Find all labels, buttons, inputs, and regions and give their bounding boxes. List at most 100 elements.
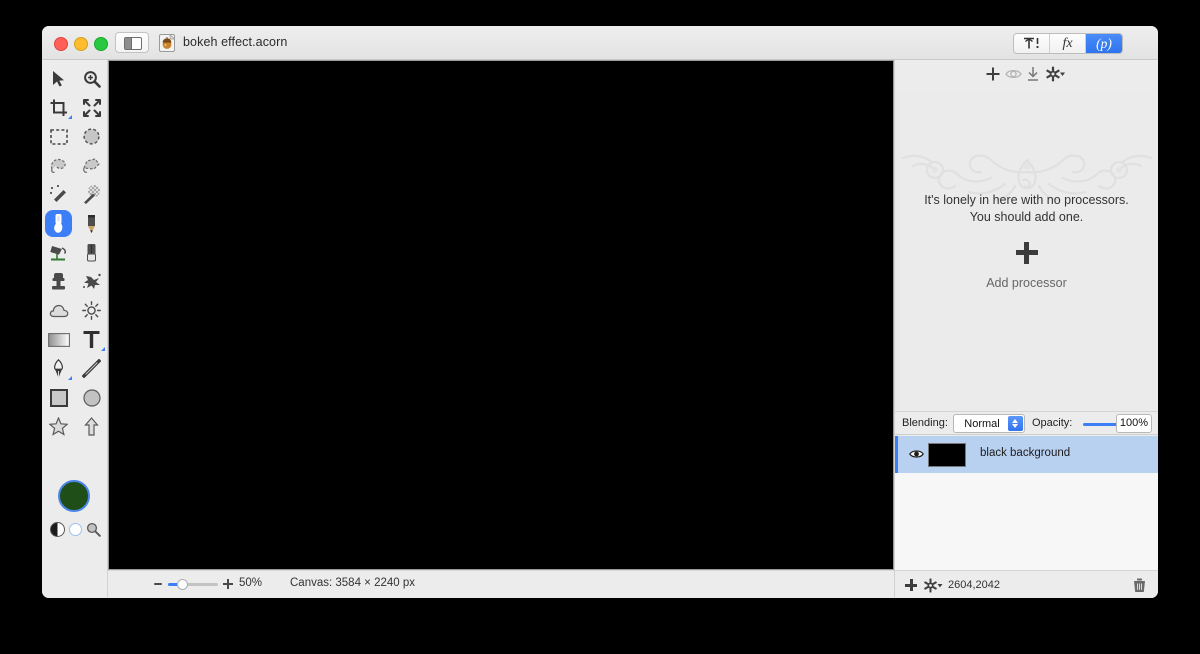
minimize-button[interactable] bbox=[74, 37, 88, 51]
four-arrows-icon bbox=[82, 98, 101, 117]
brush-tool[interactable] bbox=[42, 209, 75, 238]
empty-message-line-1: It's lonely in here with no processors. bbox=[924, 193, 1129, 207]
instant-alpha-tool[interactable] bbox=[75, 180, 108, 209]
status-bar: 50% Canvas: 3584 × 2240 px bbox=[108, 570, 894, 598]
checkered-wand-icon bbox=[84, 185, 100, 204]
tab-filters[interactable]: fx bbox=[1050, 34, 1086, 53]
gradient-tool[interactable] bbox=[42, 325, 75, 354]
zoom-button[interactable] bbox=[94, 37, 108, 51]
arrow-shape-tool[interactable] bbox=[75, 412, 108, 441]
color-mini-row bbox=[42, 520, 108, 540]
fountain-pen-icon bbox=[53, 358, 64, 378]
paint-bucket-tool[interactable] bbox=[42, 238, 75, 267]
pencil-tool[interactable] bbox=[75, 209, 108, 238]
background-color-swatch[interactable] bbox=[69, 523, 82, 536]
trash-icon[interactable] bbox=[1133, 578, 1146, 593]
dashed-circle-icon bbox=[83, 128, 100, 145]
foreground-color-swatch[interactable] bbox=[58, 480, 90, 512]
color-picker-icon[interactable] bbox=[86, 522, 101, 537]
tab-tool-options[interactable] bbox=[1014, 34, 1050, 53]
lasso-tool[interactable] bbox=[42, 151, 75, 180]
tool-options-icon bbox=[1023, 37, 1039, 49]
zoom-slider[interactable] bbox=[168, 579, 218, 590]
eraser-tool[interactable] bbox=[75, 238, 108, 267]
star-icon bbox=[49, 417, 68, 436]
clone-stamp-icon bbox=[52, 273, 65, 290]
gradient-icon bbox=[47, 332, 70, 347]
tool-palette bbox=[42, 60, 108, 598]
transform-tool[interactable] bbox=[75, 93, 108, 122]
dashed-rectangle-icon bbox=[49, 128, 68, 145]
square-icon bbox=[49, 388, 68, 407]
crop-tool[interactable] bbox=[42, 93, 75, 122]
layer-list: black background bbox=[895, 436, 1158, 570]
close-button[interactable] bbox=[54, 37, 68, 51]
blur-tool[interactable] bbox=[42, 296, 75, 325]
opacity-label: Opacity: bbox=[1032, 417, 1073, 429]
star-shape-tool[interactable] bbox=[42, 412, 75, 441]
paint-bucket-icon bbox=[49, 245, 66, 261]
paintbrush-icon bbox=[54, 213, 63, 233]
rectangle-shape-tool[interactable] bbox=[42, 383, 75, 412]
zoom-slider-knob[interactable] bbox=[177, 579, 188, 590]
line-tool[interactable] bbox=[75, 354, 108, 383]
layer-settings-gear-icon[interactable] bbox=[923, 578, 944, 593]
row-selection-accent bbox=[895, 436, 898, 473]
sidebar-toggle-button[interactable] bbox=[115, 32, 149, 53]
window-titlebar: bokeh effect.acorn fx (p) bbox=[42, 26, 1158, 60]
arrow-cursor-icon bbox=[53, 70, 64, 86]
clone-stamp-tool[interactable] bbox=[42, 267, 75, 296]
move-tool[interactable] bbox=[42, 64, 75, 93]
pencil-icon bbox=[88, 214, 95, 233]
smudge-splatter-icon bbox=[82, 273, 101, 289]
dodge-tool[interactable] bbox=[75, 296, 108, 325]
polygon-lasso-tool[interactable] bbox=[75, 151, 108, 180]
document-title: bokeh effect.acorn bbox=[183, 35, 288, 49]
tab-processors[interactable]: (p) bbox=[1086, 34, 1122, 53]
zoom-in-button[interactable] bbox=[223, 579, 233, 589]
line-icon bbox=[82, 359, 101, 378]
half-filled-circle-icon[interactable] bbox=[50, 522, 65, 537]
add-processor-plus-icon[interactable] bbox=[1015, 242, 1038, 264]
add-processor-label[interactable]: Add processor bbox=[895, 276, 1158, 290]
pen-tool[interactable] bbox=[42, 354, 75, 383]
image-canvas[interactable] bbox=[108, 60, 894, 570]
up-arrow-icon bbox=[84, 417, 99, 436]
settings-gear-icon[interactable] bbox=[1045, 66, 1066, 82]
polygon-lasso-icon bbox=[83, 158, 100, 173]
acorn-window: bokeh effect.acorn fx (p) 50% Canvas: 35… bbox=[42, 26, 1158, 598]
layer-thumbnail bbox=[928, 443, 966, 467]
sun-icon bbox=[82, 301, 101, 320]
chevron-up-icon bbox=[1012, 419, 1018, 423]
blending-mode-select[interactable]: Normal bbox=[953, 414, 1025, 433]
inspector-tab-group: fx (p) bbox=[1013, 33, 1123, 54]
elliptical-select-tool[interactable] bbox=[75, 122, 108, 151]
acorn-document-icon bbox=[159, 34, 175, 52]
rectangular-select-tool[interactable] bbox=[42, 122, 75, 151]
tool-grid bbox=[42, 64, 108, 441]
crop-icon bbox=[50, 99, 67, 116]
smudge-tool[interactable] bbox=[75, 267, 108, 296]
table-row[interactable]: black background bbox=[895, 436, 1158, 473]
canvas-dimensions-label: Canvas: 3584 × 2240 px bbox=[290, 577, 415, 589]
blending-label: Blending: bbox=[902, 417, 948, 429]
add-layer-button[interactable] bbox=[905, 579, 917, 591]
layer-blending-row: Blending: Normal Opacity: 100% bbox=[895, 411, 1158, 435]
preview-eye-icon[interactable] bbox=[1005, 66, 1022, 82]
opacity-value-field[interactable]: 100% bbox=[1116, 414, 1152, 433]
text-tool[interactable] bbox=[75, 325, 108, 354]
processors-empty-state: It's lonely in here with no processors. … bbox=[895, 90, 1158, 411]
eye-icon[interactable] bbox=[909, 448, 924, 460]
text-t-icon bbox=[83, 331, 100, 348]
sidebar-toggle-icon bbox=[124, 37, 142, 50]
download-icon[interactable] bbox=[1026, 66, 1040, 82]
zoom-tool[interactable] bbox=[75, 64, 108, 93]
magic-wand-icon bbox=[50, 185, 66, 202]
tool-submenu-indicator bbox=[68, 376, 72, 380]
magic-wand-tool[interactable] bbox=[42, 180, 75, 209]
add-icon[interactable] bbox=[985, 66, 1001, 82]
zoom-out-button[interactable] bbox=[154, 583, 162, 585]
ellipse-shape-tool[interactable] bbox=[75, 383, 108, 412]
blending-stepper[interactable] bbox=[1008, 416, 1023, 431]
layer-name-label[interactable]: black background bbox=[980, 447, 1070, 459]
